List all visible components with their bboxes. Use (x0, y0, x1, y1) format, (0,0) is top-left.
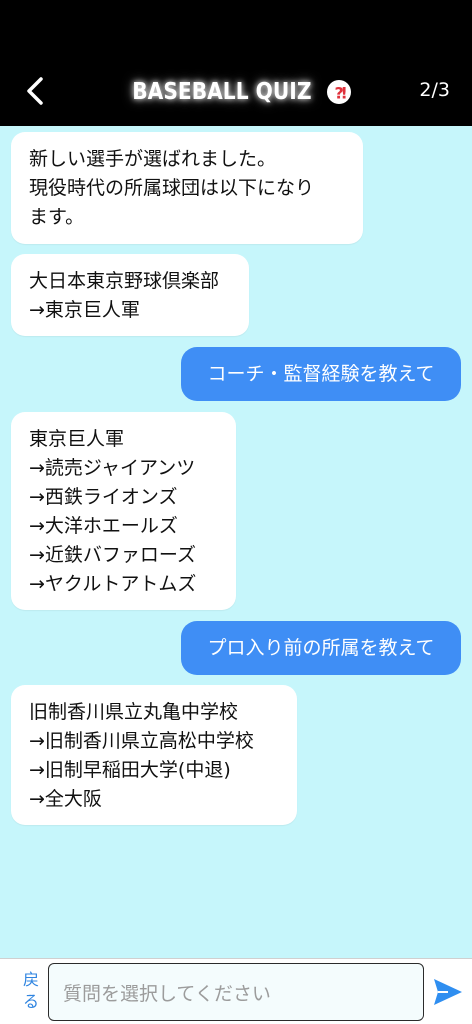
send-button[interactable] (432, 977, 464, 1007)
title-area: BASEBALL QUIZ ? ! (0, 70, 472, 114)
return-button[interactable]: 戻る (18, 969, 44, 1013)
bot-message: 旧制香川県立丸亀中学校 →旧制香川県立高松中学校 →旧制早稲田大学(中退) →全… (11, 685, 297, 825)
question-exclamation-icon: ? ! (326, 80, 351, 104)
page-title: BASEBALL QUIZ (132, 79, 312, 105)
bot-message: 東京巨人軍 →読売ジャイアンツ →西鉄ライオンズ →大洋ホエールズ →近鉄バファ… (11, 412, 236, 610)
user-message: プロ入り前の所属を教えて (181, 621, 461, 675)
bot-message: 新しい選手が選ばれました。 現役時代の所属球団は以下になり ます。 (11, 132, 363, 244)
chat-area[interactable]: 新しい選手が選ばれました。 現役時代の所属球団は以下になり ます。 大日本東京野… (0, 126, 472, 958)
app-header: BASEBALL QUIZ ? ! 2/3 (0, 0, 472, 126)
input-placeholder: 質問を選択してください (63, 982, 271, 1005)
question-select-input[interactable]: 質問を選択してください (48, 963, 424, 1021)
send-icon (434, 979, 462, 1005)
input-bar: 戻る 質問を選択してください (0, 958, 472, 1024)
bot-message: 大日本東京野球倶楽部 →東京巨人軍 (11, 254, 249, 336)
user-message: コーチ・監督経験を教えて (181, 347, 461, 401)
svg-text:!: ! (340, 84, 347, 103)
question-progress: 2/3 (419, 79, 450, 101)
